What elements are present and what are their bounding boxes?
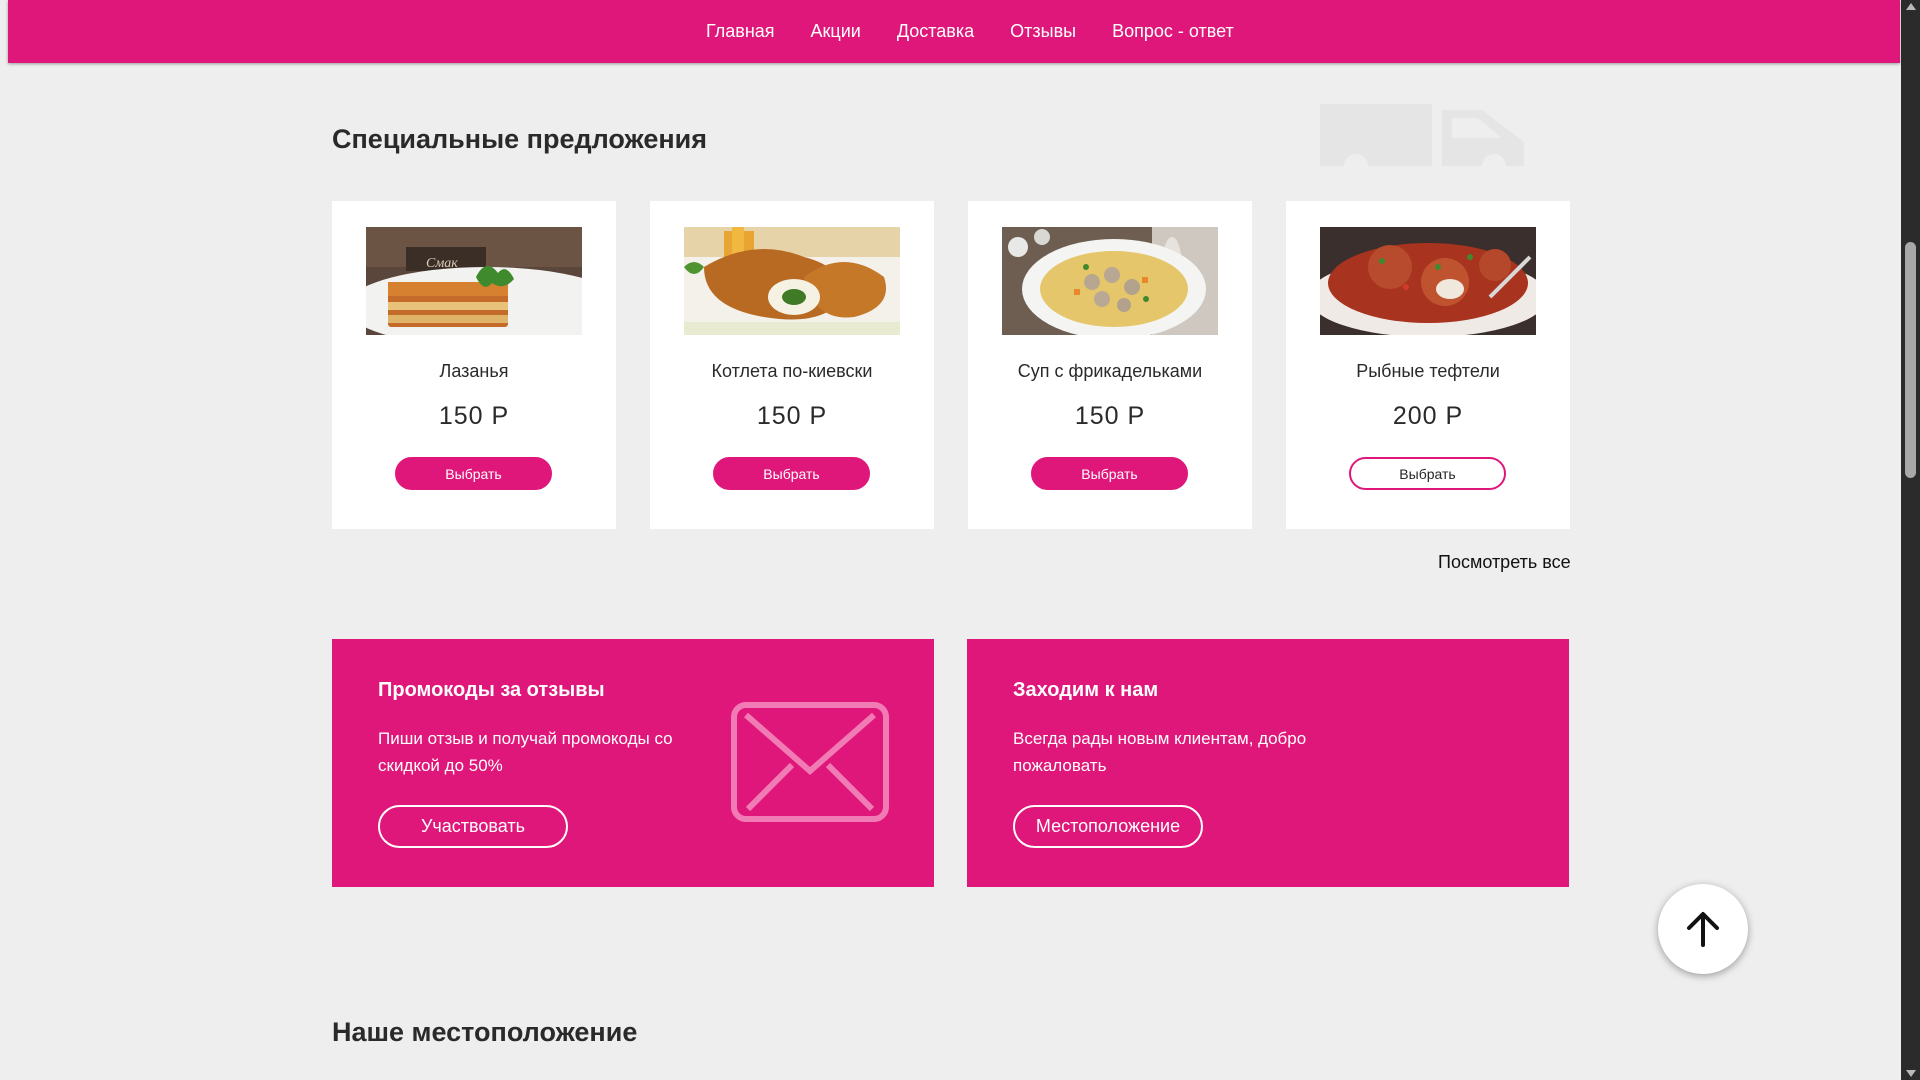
- product-card-chicken-kiev: Котлета по-киевски 150 Р Выбрать: [650, 201, 934, 529]
- product-price: 200 Р: [1392, 402, 1464, 430]
- nav-item-promotions[interactable]: Акции: [811, 21, 861, 42]
- top-nav: Главная Акции Доставка Отзывы Вопрос - о…: [8, 0, 1900, 63]
- arrow-up-icon: [1687, 912, 1719, 947]
- truck-icon: [1320, 104, 1524, 170]
- product-name: Котлета по-киевски: [711, 361, 873, 381]
- meatball-soup-image: [1002, 227, 1218, 335]
- product-name: Суп с фрикадельками: [1017, 361, 1203, 381]
- promo-title: Промокоды за отзывы: [378, 679, 605, 701]
- chicken-kiev-image: [684, 227, 900, 335]
- product-card-lasagna: Смак Лазанья 150 Р Выбрать: [332, 201, 616, 529]
- envelope-icon: [731, 702, 889, 822]
- select-button[interactable]: Выбрать: [1349, 457, 1506, 490]
- nav-menu: Главная Акции Доставка Отзывы Вопрос - о…: [706, 0, 1270, 63]
- product-price: 150 Р: [756, 402, 828, 430]
- location-title: Наше местоположение: [332, 1017, 638, 1047]
- nav-item-reviews[interactable]: Отзывы: [1010, 21, 1076, 42]
- scroll-to-top-button[interactable]: [1658, 884, 1748, 974]
- scrollbar[interactable]: [1901, 0, 1920, 1080]
- nav-item-home[interactable]: Главная: [706, 21, 775, 42]
- nav-item-faq[interactable]: Вопрос - ответ: [1112, 21, 1234, 42]
- product-price: 150 Р: [438, 402, 510, 430]
- product-price: 150 Р: [1074, 402, 1146, 430]
- select-button[interactable]: Выбрать: [395, 457, 552, 490]
- promo-text: Всегда рады новым клиентам, добро пожало…: [1013, 729, 1307, 775]
- product-name: Рыбные тефтели: [1356, 361, 1500, 381]
- promo-text: Пиши отзыв и получай промокоды со скидко…: [378, 729, 673, 775]
- scroll-thumb[interactable]: [1905, 242, 1916, 478]
- participate-button[interactable]: Участвовать: [378, 805, 568, 848]
- select-button[interactable]: Выбрать: [1031, 457, 1188, 490]
- promo-visit-banner: Заходим к нам Всегда рады новым клиентам…: [967, 639, 1569, 887]
- scroll-down-arrow-icon[interactable]: [1906, 1070, 1916, 1077]
- product-card-meatball-soup: Суп с фрикадельками 150 Р Выбрать: [968, 201, 1252, 529]
- promo-title: Заходим к нам: [1013, 679, 1159, 701]
- fish-meatballs-image: [1320, 227, 1536, 335]
- product-name: Лазанья: [439, 361, 509, 381]
- lasagna-image: Смак: [366, 227, 582, 335]
- scroll-up-arrow-icon[interactable]: [1906, 3, 1916, 10]
- product-card-fish-meatballs: Рыбные тефтели 200 Р Выбрать: [1286, 201, 1570, 529]
- promo-reviews-banner: Промокоды за отзывы Пиши отзыв и получай…: [332, 639, 934, 887]
- nav-item-delivery[interactable]: Доставка: [897, 21, 974, 42]
- special-offers-title: Специальные предложения: [332, 124, 708, 154]
- location-button[interactable]: Местоположение: [1013, 805, 1203, 848]
- view-all-link[interactable]: Посмотреть все: [1438, 552, 1571, 573]
- select-button[interactable]: Выбрать: [713, 457, 870, 490]
